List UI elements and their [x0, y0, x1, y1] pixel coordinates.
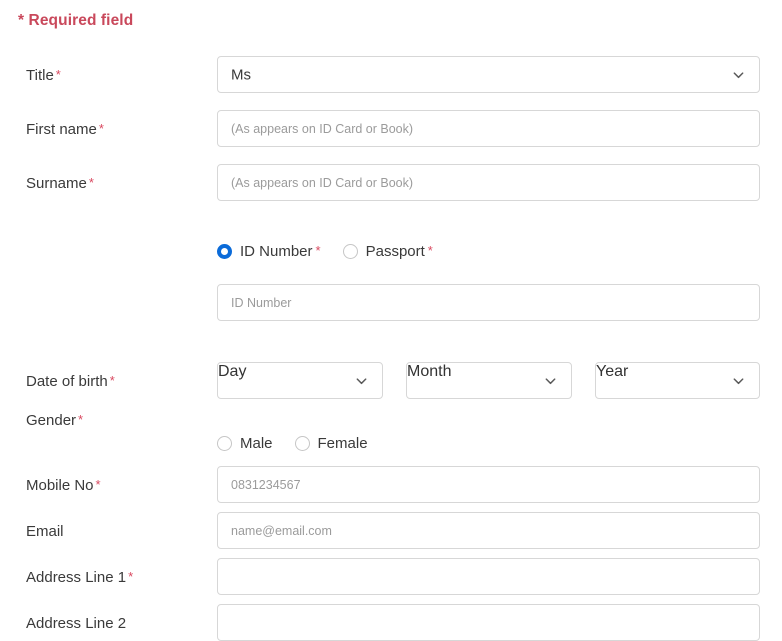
- mobile-no-input[interactable]: 0831234567: [217, 466, 760, 503]
- chevron-down-icon: [732, 374, 745, 387]
- radio-indicator-id-number[interactable]: [217, 244, 232, 259]
- email-placeholder: name@email.com: [231, 523, 332, 538]
- radio-label-passport-text: Passport: [365, 243, 425, 260]
- label-address-line-1-text: Address Line 1: [26, 569, 127, 586]
- label-mobile-no-text: Mobile No: [26, 477, 94, 494]
- radio-label-female: Female: [317, 435, 368, 452]
- radio-label-passport: Passport *: [366, 243, 433, 260]
- dob-month-select[interactable]: Month: [406, 362, 572, 399]
- label-mobile-no: Mobile No *: [26, 476, 101, 495]
- chevron-down-icon: [732, 68, 745, 81]
- dob-month-value: Month: [407, 363, 452, 380]
- chevron-down-icon: [355, 374, 368, 387]
- label-first-name: First name *: [26, 120, 104, 139]
- id-number-placeholder: ID Number: [231, 295, 292, 310]
- required-asterisk-mobile-no: *: [95, 477, 101, 492]
- label-address-line-2-text: Address Line 2: [26, 615, 127, 632]
- mobile-no-placeholder: 0831234567: [231, 477, 301, 492]
- dob-day-value: Day: [218, 363, 247, 380]
- radio-indicator-passport[interactable]: [342, 244, 358, 259]
- label-first-name-text: First name: [26, 121, 97, 138]
- label-title: Title *: [26, 66, 61, 85]
- label-email: Email: [26, 522, 66, 541]
- label-address-line-1: Address Line 1 *: [26, 568, 133, 587]
- required-asterisk-address-line-1: *: [128, 569, 134, 584]
- dob-day-select[interactable]: Day: [217, 362, 383, 399]
- required-asterisk-passport: *: [427, 243, 433, 258]
- email-input[interactable]: name@email.com: [217, 512, 760, 549]
- radio-option-male[interactable]: Male: [217, 435, 273, 452]
- required-asterisk-first-name: *: [98, 121, 104, 136]
- surname-placeholder: (As appears on ID Card or Book): [231, 175, 414, 190]
- label-gender: Gender *: [26, 411, 83, 430]
- chevron-down-icon: [544, 374, 557, 387]
- title-select-value: Ms: [231, 66, 251, 83]
- title-select[interactable]: Ms: [217, 56, 760, 93]
- label-address-line-2: Address Line 2: [26, 614, 128, 633]
- radio-label-id-number-text: ID Number: [240, 243, 313, 260]
- label-date-of-birth: Date of birth *: [26, 372, 115, 391]
- label-email-text: Email: [26, 523, 64, 540]
- required-asterisk-title: *: [55, 67, 61, 82]
- label-surname-text: Surname: [26, 175, 87, 192]
- id-number-input[interactable]: ID Number: [217, 284, 760, 321]
- radio-indicator-female[interactable]: [294, 436, 310, 451]
- required-asterisk-surname: *: [88, 175, 94, 190]
- first-name-input[interactable]: (As appears on ID Card or Book): [217, 110, 760, 147]
- radio-label-id-number: ID Number *: [240, 243, 321, 260]
- personal-details-form: * Required field Title * Ms First name * (…: [0, 0, 782, 641]
- required-field-notice: * Required field: [18, 12, 134, 29]
- label-title-text: Title: [26, 67, 54, 84]
- required-asterisk-gender: *: [78, 412, 84, 427]
- surname-input[interactable]: (As appears on ID Card or Book): [217, 164, 760, 201]
- address-line-1-input[interactable]: [217, 558, 760, 595]
- address-line-2-input[interactable]: [217, 604, 760, 641]
- radio-label-male: Male: [240, 435, 273, 452]
- first-name-placeholder: (As appears on ID Card or Book): [231, 121, 414, 136]
- radio-option-id-number[interactable]: ID Number *: [217, 243, 321, 260]
- label-surname: Surname *: [26, 174, 94, 193]
- radio-indicator-male[interactable]: [217, 436, 232, 451]
- radio-option-passport[interactable]: Passport *: [342, 243, 433, 260]
- label-date-of-birth-text: Date of birth: [26, 373, 108, 390]
- label-gender-text: Gender: [26, 412, 77, 429]
- dob-year-select[interactable]: Year: [595, 362, 760, 399]
- identification-type-radio-group: ID Number * Passport *: [217, 243, 455, 260]
- dob-year-value: Year: [596, 363, 629, 380]
- gender-radio-group: Male Female: [217, 435, 390, 452]
- required-asterisk-id-number: *: [315, 243, 321, 258]
- required-asterisk-date-of-birth: *: [109, 373, 115, 388]
- radio-option-female[interactable]: Female: [294, 435, 368, 452]
